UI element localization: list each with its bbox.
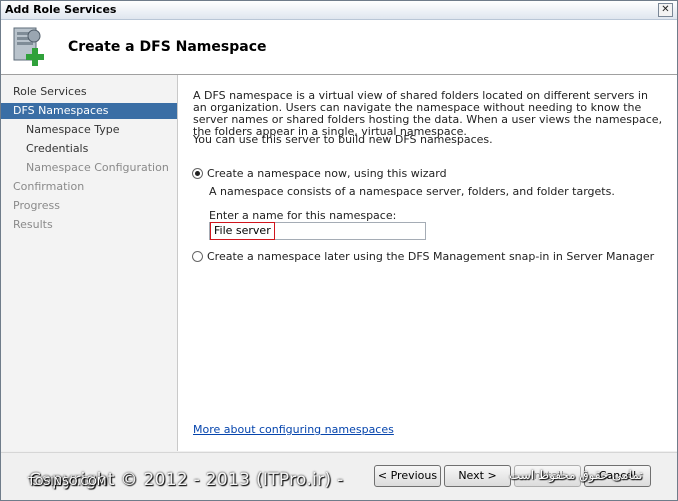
- window-title: Add Role Services: [5, 3, 117, 16]
- intro-text: A DFS namespace is a virtual view of sha…: [193, 89, 663, 138]
- create-now-description: A namespace consists of a namespace serv…: [209, 185, 615, 198]
- nav-item-confirmation: Confirmation: [13, 180, 85, 193]
- wizard-content: A DFS namespace is a virtual view of sha…: [178, 75, 677, 451]
- server-add-icon: [13, 27, 44, 66]
- previous-button[interactable]: < Previous: [374, 465, 441, 487]
- nav-item-progress: Progress: [13, 199, 60, 212]
- create-later-radio[interactable]: [192, 251, 203, 262]
- wizard-header: Create a DFS Namespace: [1, 20, 677, 75]
- site-watermark: TOSINSO.COM: [28, 475, 107, 488]
- wizard-footer: < Previous Next > Install Cancel Copyrig…: [1, 452, 677, 500]
- close-button[interactable]: ✕: [658, 3, 673, 17]
- more-about-namespaces-link[interactable]: More about configuring namespaces: [193, 423, 394, 436]
- page-title: Create a DFS Namespace: [68, 39, 267, 55]
- build-text: You can use this server to build new DFS…: [193, 133, 493, 146]
- namespace-name-input[interactable]: File server: [209, 222, 426, 240]
- nav-item-namespace-type[interactable]: Namespace Type: [1, 122, 177, 138]
- nav-item-results: Results: [13, 218, 53, 231]
- rights-watermark: تمامی حقوق محفوظ است: [509, 468, 643, 482]
- create-later-label[interactable]: Create a namespace later using the DFS M…: [207, 250, 654, 263]
- wizard-navigation: Role Services DFS Namespaces Namespace T…: [1, 75, 178, 451]
- next-button[interactable]: Next >: [444, 465, 511, 487]
- nav-item-dfs-namespaces[interactable]: DFS Namespaces: [1, 103, 177, 119]
- nav-item-role-services[interactable]: Role Services: [1, 84, 177, 100]
- namespace-name-value: File server: [210, 222, 275, 240]
- namespace-name-label: Enter a name for this namespace:: [209, 209, 397, 222]
- add-role-services-window: Add Role Services ✕ Create a DFS Namespa…: [0, 0, 678, 501]
- title-bar: Add Role Services ✕: [1, 1, 677, 20]
- create-now-label[interactable]: Create a namespace now, using this wizar…: [207, 167, 447, 180]
- nav-item-namespace-configuration: Namespace Configuration: [26, 161, 169, 174]
- create-now-radio[interactable]: [192, 168, 203, 179]
- nav-item-credentials[interactable]: Credentials: [1, 141, 177, 157]
